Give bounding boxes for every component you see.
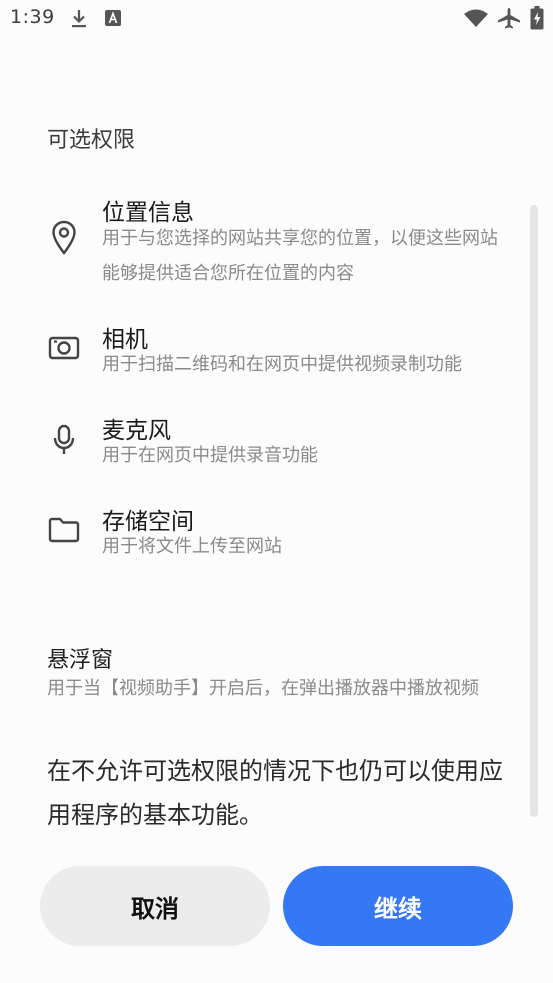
floating-window-description: 用于当【视频助手】开启后，在弹出播放器中播放视频 bbox=[47, 678, 479, 699]
download-icon bbox=[70, 9, 88, 29]
continue-button[interactable]: 继续 bbox=[283, 866, 513, 946]
microphone-icon bbox=[53, 424, 75, 456]
wifi-icon bbox=[463, 8, 489, 28]
text-notification-icon bbox=[105, 10, 121, 26]
basic-function-notice: 在不允许可选权限的情况下也仍可以使用应用程序的基本功能。 bbox=[47, 757, 503, 829]
permission-description: 用于在网页中提供录音功能 bbox=[102, 445, 318, 466]
permission-description: 用于与您选择的网站共享您的位置，以便这些网站能够提供适合您所在位置的内容 bbox=[102, 228, 498, 284]
airplane-mode-icon bbox=[497, 7, 521, 29]
camera-icon bbox=[48, 334, 80, 360]
status-bar: 1:39 bbox=[0, 0, 553, 38]
folder-icon bbox=[48, 517, 80, 543]
battery-charging-icon bbox=[530, 6, 544, 30]
permission-dialog-screen: 1:39 可选权限 位置信息 用于与您选择的网站共享您的位置，以便这些网站能够提… bbox=[0, 0, 553, 983]
permission-description: 用于将文件上传至网站 bbox=[102, 536, 282, 557]
status-time: 1:39 bbox=[10, 6, 55, 28]
scrollbar[interactable] bbox=[530, 205, 538, 817]
permission-description: 用于扫描二维码和在网页中提供视频录制功能 bbox=[102, 354, 462, 375]
optional-permissions-heading: 可选权限 bbox=[47, 128, 136, 153]
cancel-button[interactable]: 取消 bbox=[40, 866, 270, 946]
location-pin-icon bbox=[51, 220, 77, 256]
floating-window-title: 悬浮窗 bbox=[47, 648, 114, 673]
